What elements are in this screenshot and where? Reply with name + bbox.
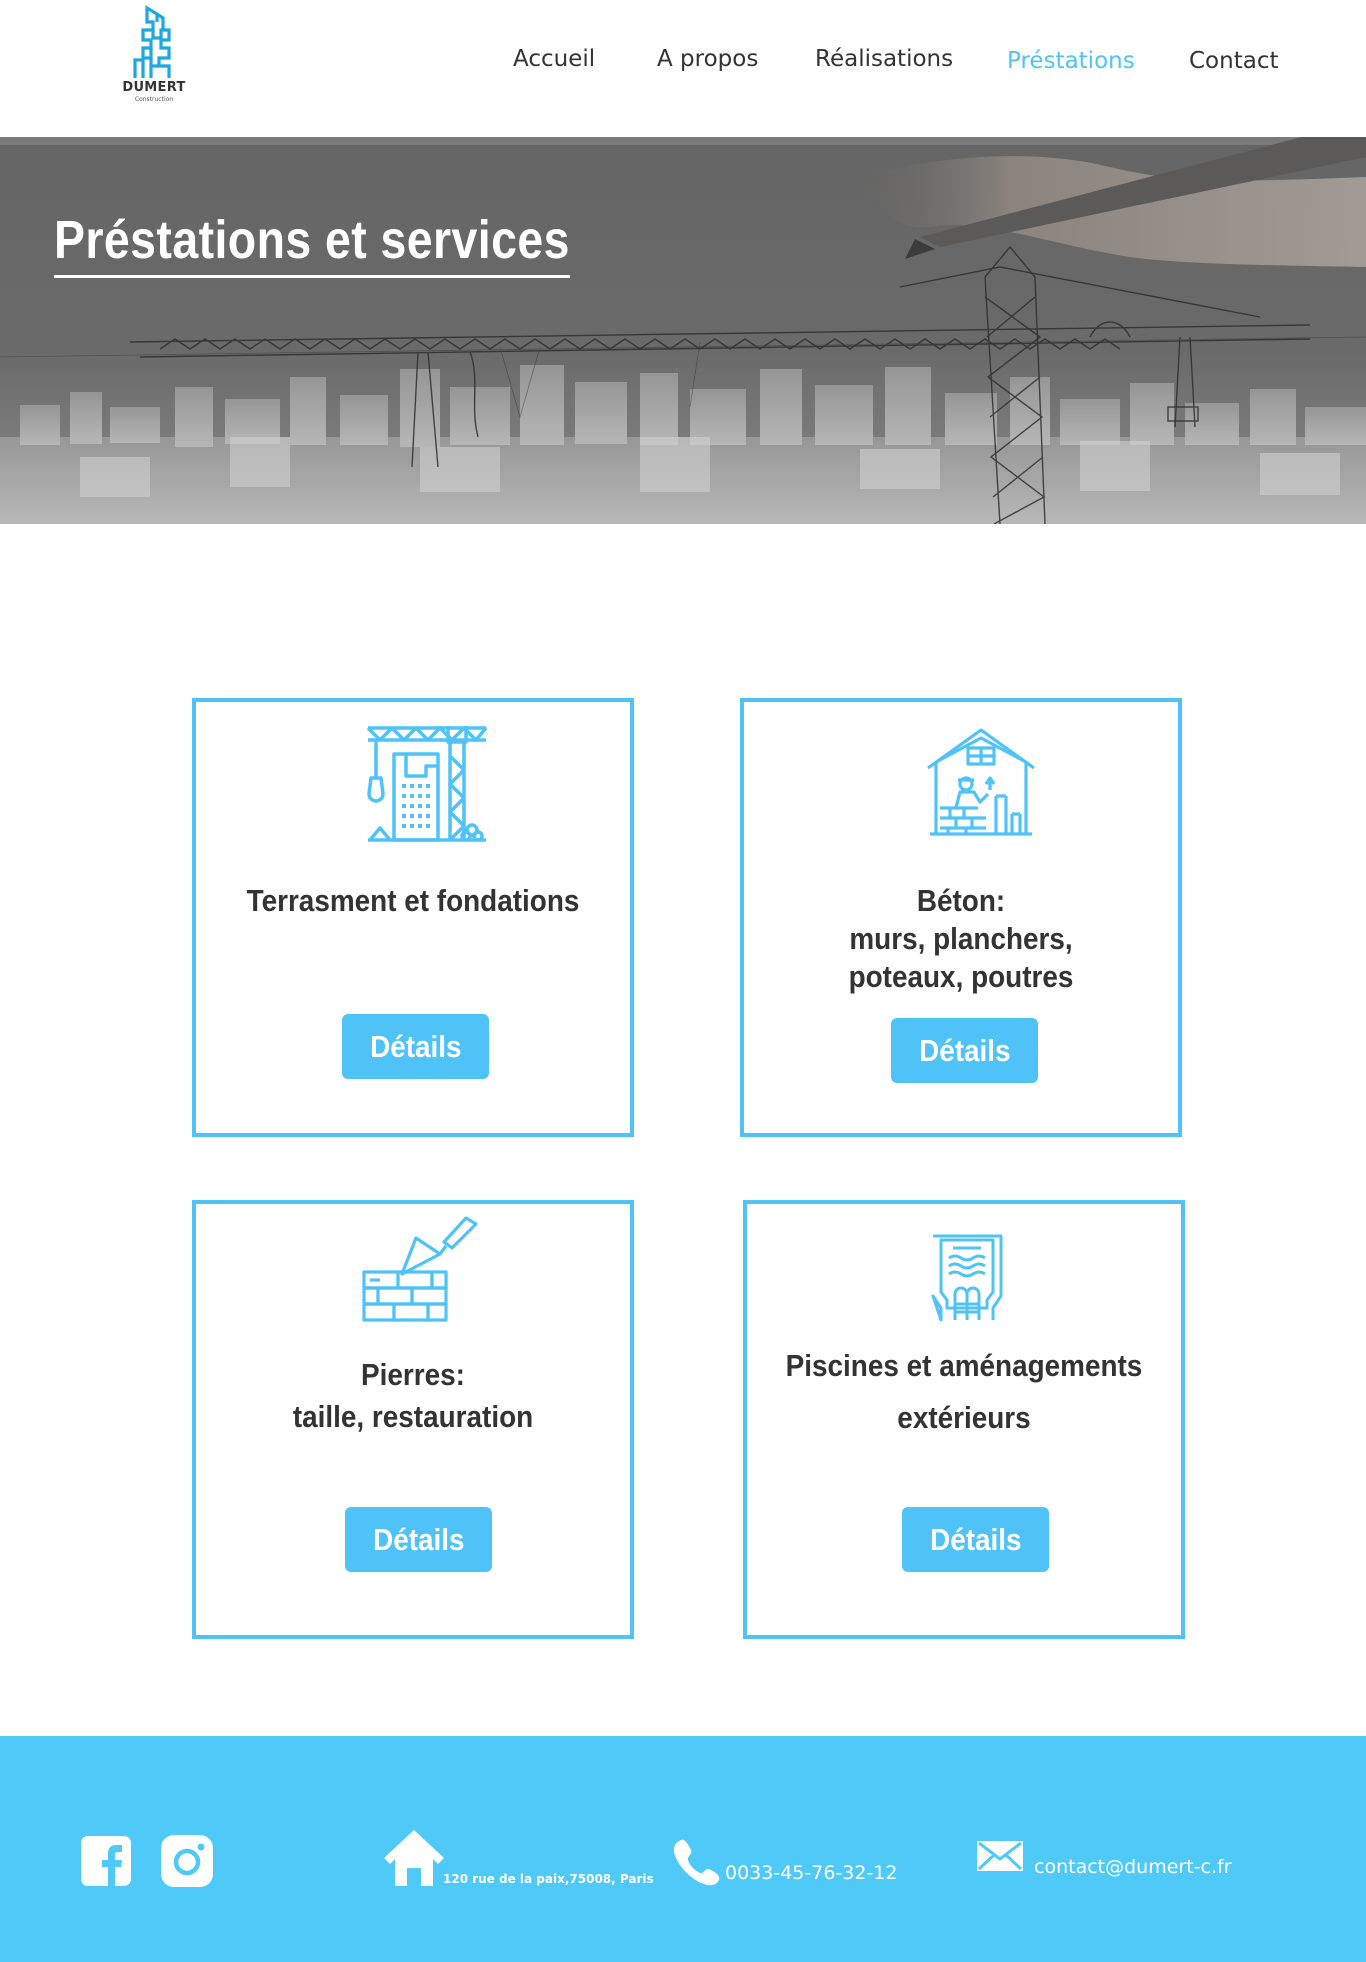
mail-icon <box>976 1840 1024 1877</box>
footer-address: 120 rue de la paix,75008, Paris <box>443 1872 654 1886</box>
service-card-piscines: Piscines et aménagements extérieurs Déta… <box>743 1200 1185 1639</box>
hero-banner: Préstations et services <box>0 137 1366 524</box>
home-icon <box>383 1828 445 1891</box>
service-title-line: extérieurs <box>897 1400 1031 1435</box>
service-title-line: murs, planchers, <box>849 921 1073 956</box>
details-button-label: Détails <box>929 1521 1022 1557</box>
instagram-icon <box>161 1835 213 1887</box>
details-button[interactable]: Détails <box>891 1018 1038 1083</box>
service-title-line: Béton: <box>916 883 1006 918</box>
service-title-line: poteaux, poutres <box>848 959 1074 994</box>
brand-name: DUMERT <box>122 80 186 95</box>
details-button[interactable]: Détails <box>345 1507 492 1572</box>
service-title: Pierres: taille, restauration <box>196 1354 630 1438</box>
building-logo-icon <box>133 5 171 78</box>
brand-tagline: Construction <box>134 96 174 103</box>
footer-email[interactable]: contact@dumert-c.fr <box>1034 1856 1232 1878</box>
nav-realisations[interactable]: Réalisations <box>815 46 953 72</box>
brand-logo[interactable]: DUMERT Construction <box>118 4 190 104</box>
site-footer: 120 rue de la paix,75008, Paris 0033-45-… <box>0 1736 1366 1962</box>
instagram-link[interactable] <box>161 1835 213 1892</box>
city-crane-sketch-image <box>0 137 1366 524</box>
service-title: Piscines et aménagements extérieurs <box>747 1340 1181 1444</box>
nav-accueil[interactable]: Accueil <box>513 46 595 72</box>
nav-a-propos[interactable]: A propos <box>657 46 758 72</box>
details-button-label: Détails <box>918 1032 1011 1068</box>
footer-phone: 0033-45-76-32-12 <box>725 1862 898 1884</box>
service-title: Béton: murs, planchers, poteaux, poutres <box>744 882 1178 996</box>
service-title-line: Pierres: <box>361 1357 465 1392</box>
nav-contact[interactable]: Contact <box>1189 48 1278 74</box>
service-title: Terrasment et fondations <box>196 882 630 920</box>
service-title-line: Terrasment et fondations <box>246 883 580 918</box>
service-card-pierres: Pierres: taille, restauration Détails <box>192 1200 634 1639</box>
nav-prestations[interactable]: Préstations <box>1007 48 1135 74</box>
site-header: DUMERT Construction Accueil A propos Réa… <box>0 0 1366 137</box>
page-title: Préstations et services <box>54 209 570 278</box>
facebook-link[interactable] <box>81 1836 131 1891</box>
details-button-label: Détails <box>369 1028 462 1064</box>
service-card-terrassement: Terrasment et fondations Détails <box>192 698 634 1137</box>
pool-ladder-icon <box>931 1234 1003 1322</box>
service-card-beton: Béton: murs, planchers, poteaux, poutres… <box>740 698 1182 1137</box>
details-button-label: Détails <box>372 1521 465 1557</box>
facebook-icon <box>81 1836 131 1886</box>
service-title-line: taille, restauration <box>292 1399 534 1434</box>
brick-trowel-icon <box>362 1216 478 1322</box>
details-button[interactable]: Détails <box>342 1014 489 1079</box>
house-worker-icon <box>927 728 1035 836</box>
details-button[interactable]: Détails <box>902 1507 1049 1572</box>
crane-building-icon <box>366 726 488 842</box>
service-title-line: Piscines et aménagements <box>785 1348 1143 1383</box>
phone-icon <box>673 1838 721 1891</box>
